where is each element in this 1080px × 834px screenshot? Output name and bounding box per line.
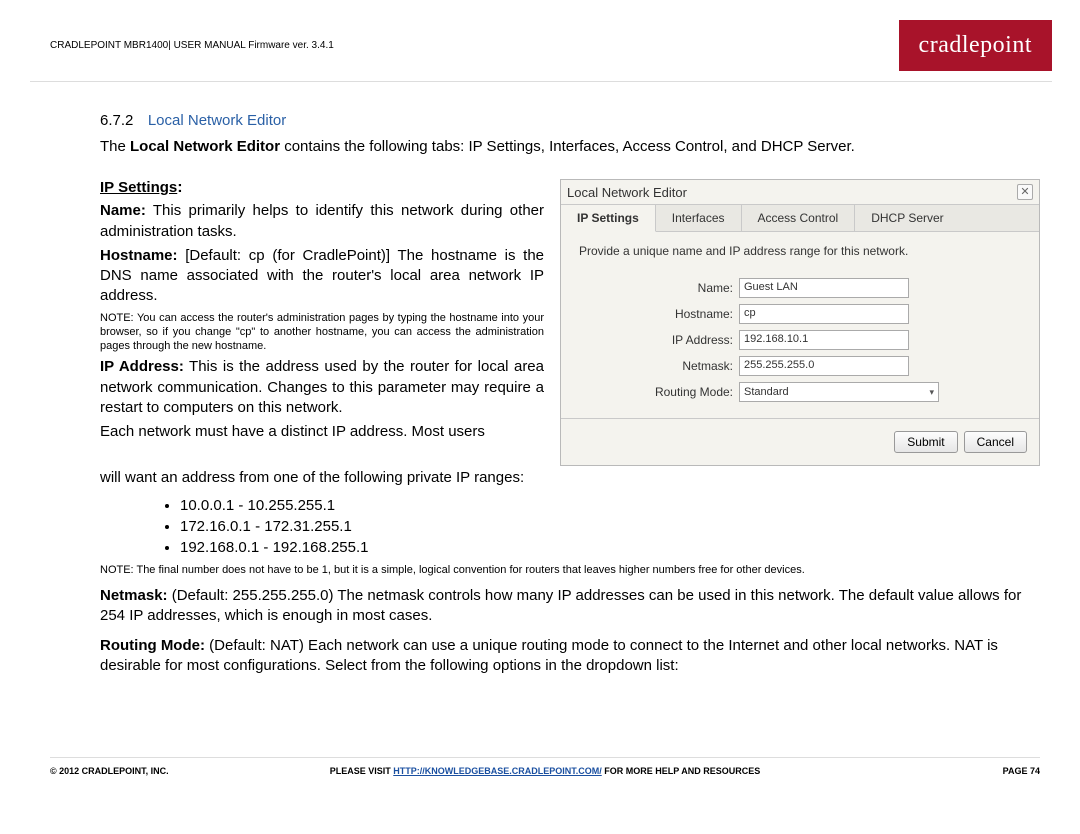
submit-button[interactable]: Submit (894, 431, 957, 453)
form-netmask-input[interactable]: 255.255.255.0 (739, 356, 909, 376)
form-netmask-label: Netmask: (579, 359, 739, 373)
close-icon[interactable]: ✕ (1017, 184, 1033, 200)
form-routing-label: Routing Mode: (579, 385, 739, 399)
section-intro: The Local Network Editor contains the fo… (100, 137, 1040, 157)
dialog-description: Provide a unique name and IP address ran… (579, 244, 1021, 258)
form-hostname-label: Hostname: (579, 307, 739, 321)
routing-paragraph: Routing Mode: (Default: NAT) Each networ… (100, 636, 1040, 677)
cancel-button[interactable]: Cancel (964, 431, 1027, 453)
header-text: CRADLEPOINT MBR1400| USER MANUAL Firmwar… (50, 40, 334, 51)
ip-settings-heading: IP Settings: (100, 179, 544, 197)
footer-center: PLEASE VISIT HTTP://KNOWLEDGEBASE.CRADLE… (50, 766, 1040, 776)
hostname-paragraph: Hostname: [Default: cp (for CradlePoint)… (100, 246, 544, 307)
distinct-line2: will want an address from one of the fol… (100, 468, 1040, 488)
section-title: Local Network Editor (148, 112, 286, 129)
distinct-line1: Each network must have a distinct IP add… (100, 422, 544, 442)
form-routing-select[interactable]: Standard ▾ (739, 382, 939, 402)
ip-note: NOTE: The final number does not have to … (100, 564, 1040, 576)
hostname-note: NOTE: You can access the router's admini… (100, 311, 544, 354)
name-paragraph: Name: This primarily helps to identify t… (100, 201, 544, 242)
local-network-editor-dialog: Local Network Editor ✕ IP Settings Inter… (560, 179, 1040, 466)
list-item: 192.168.0.1 - 192.168.255.1 (180, 537, 1040, 558)
form-name-label: Name: (579, 281, 739, 295)
ip-ranges-list: 10.0.0.1 - 10.255.255.1 172.16.0.1 - 172… (180, 495, 1040, 558)
tab-dhcp-server[interactable]: DHCP Server (855, 205, 959, 231)
list-item: 172.16.0.1 - 172.31.255.1 (180, 516, 1040, 537)
tab-interfaces[interactable]: Interfaces (656, 205, 742, 231)
tab-ip-settings[interactable]: IP Settings (561, 205, 656, 232)
cradlepoint-logo: cradlepoint (899, 20, 1052, 71)
tab-access-control[interactable]: Access Control (742, 205, 856, 231)
ipaddress-paragraph: IP Address: This is the address used by … (100, 357, 544, 418)
form-ip-label: IP Address: (579, 333, 739, 347)
list-item: 10.0.0.1 - 10.255.255.1 (180, 495, 1040, 516)
footer-link[interactable]: HTTP://KNOWLEDGEBASE.CRADLEPOINT.COM/ (393, 766, 602, 776)
form-name-input[interactable]: Guest LAN (739, 278, 909, 298)
netmask-paragraph: Netmask: (Default: 255.255.255.0) The ne… (100, 586, 1040, 627)
dialog-title: Local Network Editor (567, 185, 687, 200)
form-ip-input[interactable]: 192.168.10.1 (739, 330, 909, 350)
section-number: 6.7.2 (100, 112, 133, 129)
form-hostname-input[interactable]: cp (739, 304, 909, 324)
chevron-down-icon: ▾ (929, 387, 934, 398)
